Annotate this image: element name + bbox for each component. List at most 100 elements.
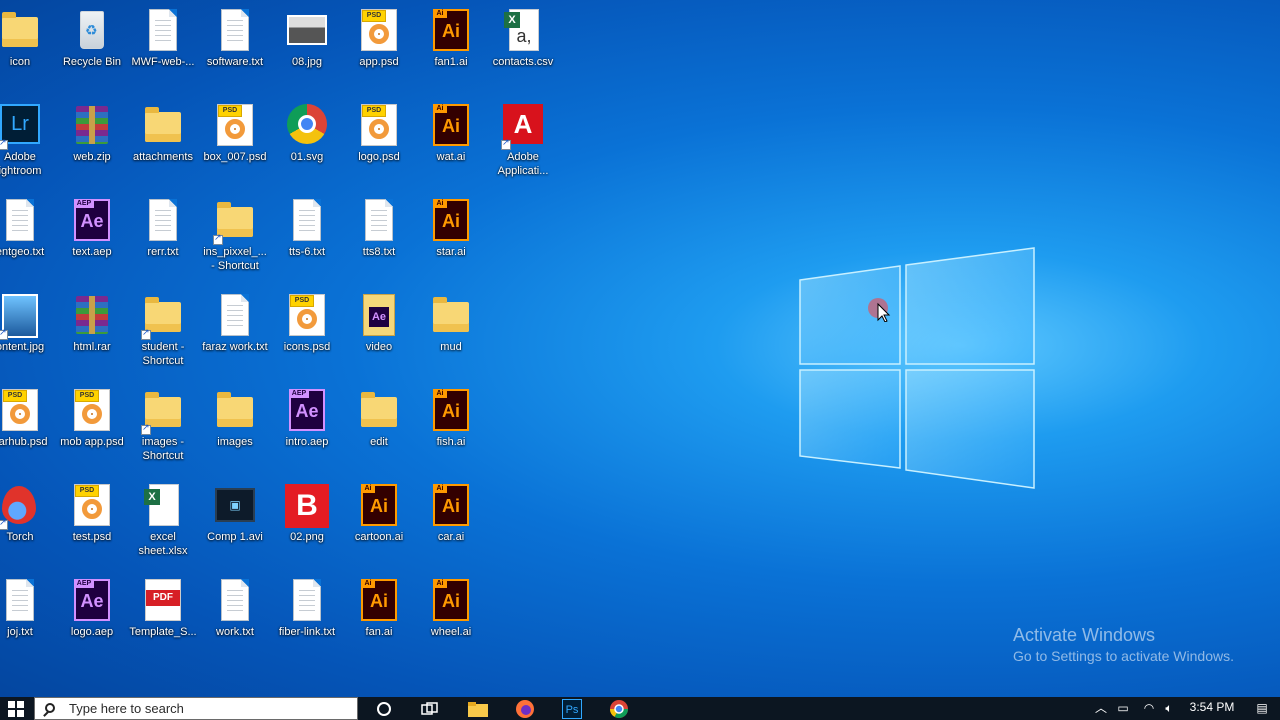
desktop-icon-label: mud <box>440 341 462 353</box>
firefox-button[interactable] <box>509 697 541 720</box>
desktop-icon-box-007-psd[interactable]: PSD box_007.psd <box>198 100 272 192</box>
desktop-icon-images[interactable]: images <box>198 385 272 477</box>
desktop-icon-comp-1-avi[interactable]: ▣ Comp 1.avi <box>198 480 272 572</box>
desktop-icon-label: 08.jpg <box>292 56 322 68</box>
desktop-icon-fan-ai[interactable]: Ai Ai fan.ai <box>342 575 416 667</box>
desktop-icon-software-txt[interactable]: software.txt <box>198 5 272 97</box>
desktop-icon-label: fan1.ai <box>434 56 468 68</box>
desktop-icon-oarhub-psd[interactable]: PSD oarhub.psd <box>0 385 57 477</box>
after-effects-file-icon: AEP Ae <box>70 199 114 243</box>
desktop-icon-html-rar[interactable]: html.rar <box>55 290 129 382</box>
desktop-icon-web-zip[interactable]: web.zip <box>55 100 129 192</box>
desktop-icon-02-png[interactable]: B 02.png <box>270 480 344 572</box>
desktop-icon-recycle-bin[interactable]: Recycle Bin <box>55 5 129 97</box>
taskbar: Ps ︿ ▭ ◠ 🔈︎ 3:54 PM ▤ <box>0 697 1280 720</box>
action-center-button[interactable]: ▤ <box>1250 697 1274 720</box>
desktop-icon-video[interactable]: Ae video <box>342 290 416 382</box>
search-icon <box>45 703 55 713</box>
folder-shortcut-icon <box>213 199 257 245</box>
illustrator-file-icon: Ai Ai <box>429 199 473 243</box>
desktop-icon-entgeo-txt[interactable]: entgeo.txt <box>0 195 57 287</box>
desktop-icon-logo-aep[interactable]: AEP Ae logo.aep <box>55 575 129 667</box>
desktop-icon-label: images - Shortcut <box>141 436 185 462</box>
desktop-icon-car-ai[interactable]: Ai Ai car.ai <box>414 480 488 572</box>
desktop[interactable]: icon Recycle Bin MWF-web-... software.txt 08… <box>0 0 1280 697</box>
chrome-taskbar-button[interactable] <box>603 697 635 720</box>
search-input[interactable] <box>69 698 349 719</box>
desktop-icon-logo-psd[interactable]: PSD logo.psd <box>342 100 416 192</box>
desktop-icon-cartoon-ai[interactable]: Ai Ai cartoon.ai <box>342 480 416 572</box>
network-button[interactable]: ▭ <box>1114 697 1132 720</box>
show-hidden-icons-button[interactable]: ︿ <box>1092 697 1110 720</box>
desktop-icon-student-shortcut[interactable]: student - Shortcut <box>126 290 200 382</box>
desktop-icon-icon[interactable]: icon <box>0 5 57 97</box>
csv-file-icon: a, <box>501 9 545 53</box>
desktop-icon-images-shortcut[interactable]: images - Shortcut <box>126 385 200 477</box>
desktop-icon-app-psd[interactable]: PSD app.psd <box>342 5 416 97</box>
desktop-icon-label: app.psd <box>359 56 399 68</box>
desktop-icon-fish-ai[interactable]: Ai Ai fish.ai <box>414 385 488 477</box>
desktop-icon-text-aep[interactable]: AEP Ae text.aep <box>55 195 129 287</box>
desktop-icon-01-svg[interactable]: 01.svg <box>270 100 344 192</box>
file-explorer-icon <box>468 701 488 717</box>
desktop-icon-mwf-web[interactable]: MWF-web-... <box>126 5 200 97</box>
desktop-icon-torch[interactable]: Torch <box>0 480 57 572</box>
desktop-icon-tts-6-txt[interactable]: tts-6.txt <box>270 195 344 287</box>
desktop-icon-star-ai[interactable]: Ai Ai star.ai <box>414 195 488 287</box>
desktop-icon-excel-sheet-xlsx[interactable]: excel sheet.xlsx <box>126 480 200 572</box>
desktop-icon-edit[interactable]: edit <box>342 385 416 477</box>
desktop-icon-test-psd[interactable]: PSD test.psd <box>55 480 129 572</box>
file-explorer-button[interactable] <box>462 697 494 720</box>
desktop-icon-label: fan.ai <box>365 626 393 638</box>
desktop-icon-label: Adobe Applicati... <box>497 151 549 177</box>
pdf-file-icon: PDF <box>141 579 185 623</box>
desktop-icon-label: Recycle Bin <box>62 56 122 68</box>
desktop-icon-label: icons.psd <box>283 341 331 353</box>
desktop-icon-joj-txt[interactable]: joj.txt <box>0 575 57 667</box>
rar-archive-icon <box>70 294 114 338</box>
adobe-icon: A <box>501 104 545 150</box>
desktop-icon-template-s[interactable]: PDF Template_S... <box>126 575 200 667</box>
desktop-icon-label: wat.ai <box>436 151 466 163</box>
task-view-icon <box>421 701 438 715</box>
desktop-icon-icons-psd[interactable]: PSD icons.psd <box>270 290 344 382</box>
desktop-icon-fiber-link-txt[interactable]: fiber-link.txt <box>270 575 344 667</box>
start-button[interactable] <box>0 697 32 720</box>
desktop-icon-label: images <box>217 436 253 448</box>
desktop-icon-faraz-work-txt[interactable]: faraz work.txt <box>198 290 272 382</box>
cortana-button[interactable] <box>368 697 400 720</box>
psd-file-icon: PSD <box>0 389 42 433</box>
desktop-icon-mob-app-psd[interactable]: PSD mob app.psd <box>55 385 129 477</box>
task-view-button[interactable] <box>414 697 446 720</box>
folder-icon <box>429 294 473 338</box>
volume-button[interactable]: 🔈︎ <box>1160 697 1178 720</box>
desktop-icon-attachments[interactable]: attachments <box>126 100 200 192</box>
desktop-icon-intro-aep[interactable]: AEP Ae intro.aep <box>270 385 344 477</box>
desktop-icon-work-txt[interactable]: work.txt <box>198 575 272 667</box>
desktop-icon-contacts-csv[interactable]: a, contacts.csv <box>486 5 560 97</box>
mouse-cursor-icon <box>868 298 891 322</box>
desktop-icon-mud[interactable]: mud <box>414 290 488 382</box>
desktop-icon-ins-pixxel-shortcut[interactable]: ins_pixxel_... - Shortcut <box>198 195 272 287</box>
desktop-icon-label: edit <box>370 436 388 448</box>
after-effects-folder-icon: Ae <box>357 294 401 338</box>
taskbar-search-box[interactable] <box>34 697 358 720</box>
desktop-icon-label: entgeo.txt <box>0 246 45 258</box>
excel-file-icon <box>141 484 185 528</box>
desktop-icon-label: tts8.txt <box>362 246 396 258</box>
desktop-icon-08-jpg[interactable]: 08.jpg <box>270 5 344 97</box>
photoshop-icon: Ps <box>562 698 582 719</box>
desktop-icon-ontent-jpg[interactable]: ontent.jpg <box>0 290 57 382</box>
desktop-icon-fan1-ai[interactable]: Ai Ai fan1.ai <box>414 5 488 97</box>
wifi-button[interactable]: ◠ <box>1140 697 1158 720</box>
windows-start-icon <box>8 700 24 717</box>
desktop-icon-wheel-ai[interactable]: Ai Ai wheel.ai <box>414 575 488 667</box>
system-clock[interactable]: 3:54 PM <box>1188 697 1236 720</box>
desktop-icon-adobe-applicati[interactable]: AAdobe Applicati... <box>486 100 560 192</box>
desktop-icon-label: Torch <box>6 531 34 543</box>
photoshop-button[interactable]: Ps <box>556 697 588 720</box>
desktop-icon-tts8-txt[interactable]: tts8.txt <box>342 195 416 287</box>
desktop-icon-adobe-ightroom[interactable]: LrAdobe ightroom <box>0 100 57 192</box>
desktop-icon-rerr-txt[interactable]: rerr.txt <box>126 195 200 287</box>
desktop-icon-wat-ai[interactable]: Ai Ai wat.ai <box>414 100 488 192</box>
